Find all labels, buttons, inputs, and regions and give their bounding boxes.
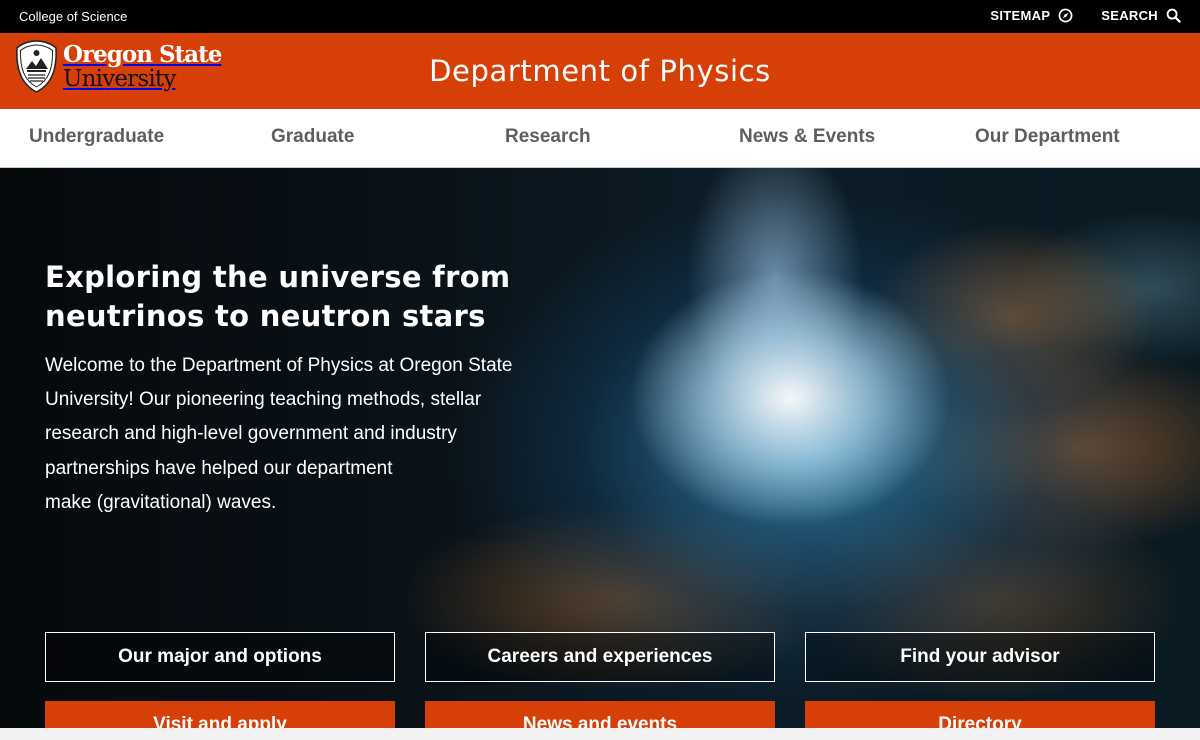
hero-body-line1: Welcome to the Department of Physics at … <box>45 355 513 376</box>
find-advisor-button[interactable]: Find your advisor <box>805 632 1155 682</box>
nav-item-news-events[interactable]: News & Events <box>739 126 875 148</box>
hero-title-line1: Exploring the universe from <box>45 260 511 294</box>
compass-icon <box>1058 8 1073 23</box>
nav-item-our-department[interactable]: Our Department <box>975 126 1120 148</box>
nav-item-research[interactable]: Research <box>505 126 591 148</box>
search-link[interactable]: SEARCH <box>1101 8 1181 23</box>
search-label: SEARCH <box>1101 8 1158 23</box>
hero-section: Exploring the universe from neutrinos to… <box>0 168 1200 728</box>
hero-title-line2: neutrinos to neutron stars <box>45 299 486 333</box>
utility-bar: College of Science SITEMAP SEARCH <box>0 0 1200 33</box>
hero-body-line4: partnerships have helped our department <box>45 457 393 479</box>
nav-item-undergraduate[interactable]: Undergraduate <box>29 126 164 148</box>
hero-title: Exploring the universe from neutrinos to… <box>45 258 565 336</box>
hero-body-line5: make (gravitational) waves. <box>45 491 277 513</box>
news-events-button[interactable]: News and events <box>425 701 775 728</box>
directory-button[interactable]: Directory <box>805 701 1155 728</box>
site-header: Oregon State University Department of Ph… <box>0 33 1200 109</box>
careers-button[interactable]: Careers and experiences <box>425 632 775 682</box>
department-title: Department of Physics <box>429 54 771 88</box>
nav-item-graduate[interactable]: Graduate <box>271 126 354 148</box>
utility-links: SITEMAP SEARCH <box>990 8 1181 23</box>
college-of-science-link[interactable]: College of Science <box>19 9 127 24</box>
hero-body-line3: research and high-level government and i… <box>45 423 457 445</box>
our-major-button[interactable]: Our major and options <box>45 632 395 682</box>
main-navigation: Undergraduate Graduate Research News & E… <box>0 109 1200 168</box>
search-icon <box>1166 8 1181 23</box>
hero-intro-text: Welcome to the Department of Physics at … <box>45 349 545 520</box>
page-bottom-strip <box>0 728 1200 740</box>
visit-apply-button[interactable]: Visit and apply <box>45 701 395 728</box>
hero-body-line2: University! Our pioneering teaching meth… <box>45 389 482 411</box>
sitemap-link[interactable]: SITEMAP <box>990 8 1073 23</box>
sitemap-label: SITEMAP <box>990 8 1051 23</box>
